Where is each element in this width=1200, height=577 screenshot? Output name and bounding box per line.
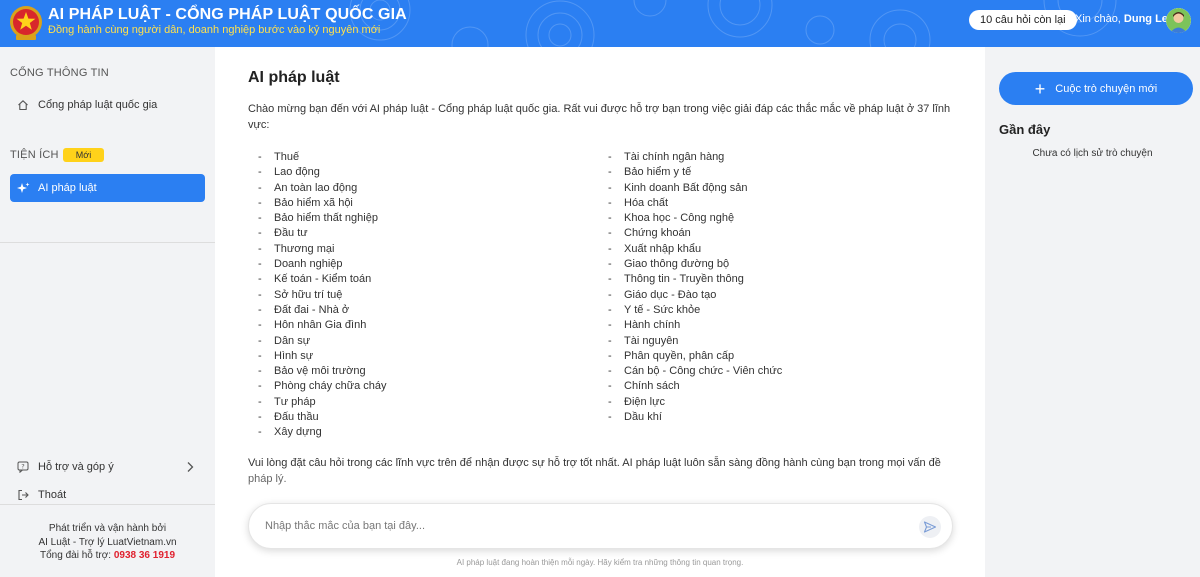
legal-field-item: Bảo vệ môi trường xyxy=(253,364,387,379)
legal-field-item: Tài chính ngân hàng xyxy=(603,150,782,165)
sidebar-item-label: Cổng pháp luật quốc gia xyxy=(38,99,158,111)
legal-field-item: Phòng cháy chữa cháy xyxy=(253,379,387,394)
closing-message: Vui lòng đặt câu hỏi trong các lĩnh vực … xyxy=(248,455,958,487)
sparkle-icon xyxy=(16,181,30,195)
legal-field-item: Dân sự xyxy=(253,334,387,349)
legal-field-item: Cán bộ - Công chức - Viên chức xyxy=(603,364,782,379)
legal-field-item: Xây dựng xyxy=(253,425,387,440)
legal-field-item: Giao thông đường bộ xyxy=(603,257,782,272)
user-greeting: Xin chào, Dung Le xyxy=(1075,13,1168,25)
user-avatar[interactable] xyxy=(1166,8,1191,33)
sidebar-item-national-portal[interactable]: Cổng pháp luật quốc gia xyxy=(10,91,205,119)
footer-developer-line: Phát triển và vận hành bởi xyxy=(48,523,167,534)
chat-main-panel: AI pháp luật Chào mừng bạn đến với AI ph… xyxy=(215,47,985,577)
legal-field-item: Thương mại xyxy=(253,242,387,257)
logout-icon xyxy=(16,488,30,502)
legal-field-item: Đầu tư xyxy=(253,226,387,241)
closing-message-tail: pháp lý. xyxy=(248,473,287,485)
feedback-icon: ? xyxy=(16,460,30,474)
footer-developer-name: AI Luật - Trợ lý LuatVietnam.vn xyxy=(38,537,177,548)
hotline-number[interactable]: 0938 36 1919 xyxy=(114,550,175,561)
legal-field-item: Kế toán - Kiểm toán xyxy=(253,272,387,287)
legal-field-item: Thông tin - Truyền thông xyxy=(603,272,782,287)
legal-field-item: Giáo dục - Đào tạo xyxy=(603,288,782,303)
sidebar-item-label: Hỗ trợ và góp ý xyxy=(38,461,114,473)
user-name: Dung Le xyxy=(1123,13,1168,25)
legal-field-item: Đấu thầu xyxy=(253,410,387,425)
legal-field-item: Hôn nhân Gia đình xyxy=(253,318,387,333)
app-title: AI PHÁP LUẬT - CỔNG PHÁP LUẬT QUỐC GIA xyxy=(48,6,407,23)
avatar-icon xyxy=(1166,8,1191,33)
legal-field-item: Chính sách xyxy=(603,379,782,394)
section-label-portal: CỔNG THÔNG TIN xyxy=(10,67,109,79)
section-label-utilities: TIỆN ÍCH xyxy=(10,149,59,161)
left-sidebar: CỔNG THÔNG TIN Cổng pháp luật quốc gia T… xyxy=(0,47,215,577)
chat-input-box xyxy=(248,503,953,549)
legal-field-item: Xuất nhập khẩu xyxy=(603,242,782,257)
legal-field-item: Phân quyền, phân cấp xyxy=(603,349,782,364)
sidebar-item-label: AI pháp luật xyxy=(38,182,97,194)
app-subtitle: Đồng hành cùng người dân, doanh nghiệp b… xyxy=(48,24,381,36)
legal-field-item: Sở hữu trí tuệ xyxy=(253,288,387,303)
legal-field-item: Thuế xyxy=(253,150,387,165)
top-header: AI PHÁP LUẬT - CỔNG PHÁP LUẬT QUỐC GIA Đ… xyxy=(0,0,1200,47)
page-title: AI pháp luật xyxy=(248,69,340,86)
legal-field-item: Hành chính xyxy=(603,318,782,333)
home-icon xyxy=(16,98,30,112)
sidebar-divider xyxy=(0,242,215,243)
greeting-prefix: Xin chào, xyxy=(1075,13,1124,25)
questions-remaining-badge: 10 câu hỏi còn lại xyxy=(969,10,1077,30)
sidebar-item-support-feedback[interactable]: ? Hỗ trợ và góp ý xyxy=(10,453,205,481)
svg-text:?: ? xyxy=(21,463,24,471)
legal-field-item: Khoa học - Công nghệ xyxy=(603,211,782,226)
legal-field-item: Tư pháp xyxy=(253,395,387,410)
legal-field-item: An toàn lao động xyxy=(253,181,387,196)
legal-field-item: Tài nguyên xyxy=(603,334,782,349)
legal-field-item: Đất đai - Nhà ở xyxy=(253,303,387,318)
legal-field-item: Doanh nghiệp xyxy=(253,257,387,272)
legal-field-item: Chứng khoán xyxy=(603,226,782,241)
plus-icon: + xyxy=(1034,78,1046,99)
legal-field-item: Y tế - Sức khỏe xyxy=(603,303,782,318)
question-input[interactable] xyxy=(265,504,905,548)
welcome-message: Chào mừng bạn đến với AI pháp luật - Cổn… xyxy=(248,103,951,131)
new-badge: Mới xyxy=(63,148,104,162)
legal-field-item: Bảo hiểm y tế xyxy=(603,165,782,180)
legal-field-item: Bảo hiểm thất nghiệp xyxy=(253,211,387,226)
sidebar-divider-bottom xyxy=(0,504,215,505)
legal-field-item: Kinh doanh Bất động sản xyxy=(603,181,782,196)
legal-field-item: Điện lực xyxy=(603,395,782,410)
send-button[interactable] xyxy=(919,516,941,538)
legal-fields-list-left: ThuếLao độngAn toàn lao độngBảo hiểm xã … xyxy=(253,150,387,441)
empty-history-text: Chưa có lịch sử trò chuyện xyxy=(1032,148,1153,159)
legal-field-item: Dầu khí xyxy=(603,410,782,425)
legal-fields-list-right: Tài chính ngân hàngBảo hiểm y tếKinh doa… xyxy=(603,150,782,425)
footer-hotline: Tổng đài hỗ trợ: 0938 36 1919 xyxy=(0,550,215,561)
legal-field-item: Hóa chất xyxy=(603,196,782,211)
ai-disclaimer: AI pháp luật đang hoàn thiện mỗi ngày. H… xyxy=(456,558,744,567)
send-icon xyxy=(923,521,937,533)
legal-field-item: Bảo hiểm xã hội xyxy=(253,196,387,211)
new-chat-button[interactable]: + Cuộc trò chuyện mới xyxy=(999,72,1193,105)
closing-message-main: Vui lòng đặt câu hỏi trong các lĩnh vực … xyxy=(248,457,941,469)
sidebar-item-label: Thoát xyxy=(38,489,67,501)
sidebar-item-ai-law[interactable]: AI pháp luật xyxy=(10,174,205,202)
legal-field-item: Lao động xyxy=(253,165,387,180)
legal-field-item: Hình sự xyxy=(253,349,387,364)
national-emblem-logo[interactable] xyxy=(9,5,43,41)
chevron-right-icon xyxy=(186,461,194,476)
hotline-label: Tổng đài hỗ trợ: xyxy=(40,550,114,561)
right-panel: + Cuộc trò chuyện mới Gần đây Chưa có lị… xyxy=(985,47,1200,577)
recent-heading: Gần đây xyxy=(999,122,1051,137)
new-chat-label: Cuộc trò chuyện mới xyxy=(1055,82,1158,95)
